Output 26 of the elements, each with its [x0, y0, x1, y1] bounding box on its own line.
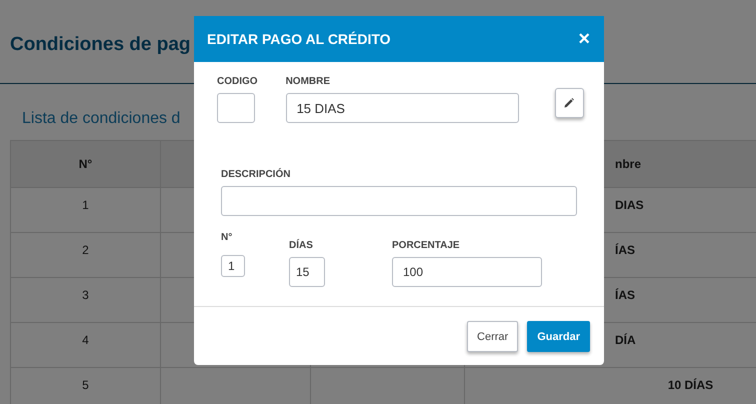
input-field[interactable]	[217, 93, 255, 123]
page-title: Condiciones de pag	[10, 33, 191, 57]
section-title: Lista de condiciones d	[22, 109, 180, 129]
close-button[interactable]: ×	[576, 29, 592, 49]
table-cell: 1	[10, 188, 160, 232]
field-label: DÍAS	[289, 240, 314, 251]
field-label: NOMBRE	[286, 76, 332, 87]
field-label: N°	[221, 232, 234, 243]
table-cell: 4	[10, 322, 160, 368]
table-cell: 2	[10, 232, 160, 278]
field-label: PORCENTAJE	[392, 240, 461, 251]
save-button[interactable]: Guardar	[527, 321, 590, 352]
field-label: DESCRIPCIÓN	[221, 169, 292, 180]
input-field[interactable]: 1	[221, 255, 245, 277]
dialog-title: EDITAR PAGO AL CRÉDITO	[207, 31, 391, 47]
table-cell: 5	[10, 368, 160, 404]
input-field[interactable]: 15 DIAS	[286, 93, 519, 123]
table-cell: 3	[10, 278, 160, 322]
field-label: CODIGO	[217, 76, 258, 87]
input-field[interactable]: 100	[392, 257, 542, 287]
column-header: N°	[10, 140, 160, 188]
close-dialog-button[interactable]: Cerrar	[467, 321, 518, 352]
pencil-icon	[564, 98, 574, 108]
edit-button[interactable]	[554, 88, 584, 118]
input-field[interactable]: 15	[289, 257, 325, 287]
input-field[interactable]	[221, 186, 577, 216]
